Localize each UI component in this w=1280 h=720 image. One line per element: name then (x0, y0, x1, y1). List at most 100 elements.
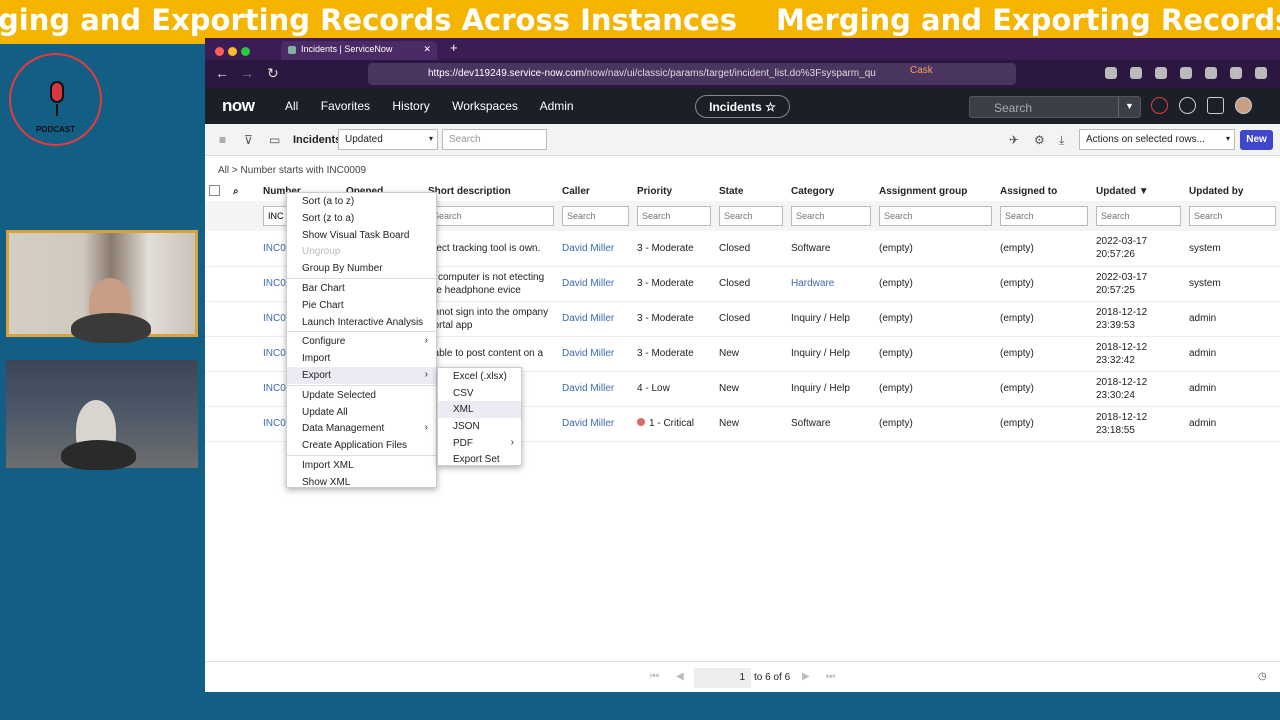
column-header[interactable]: Assignment group (875, 181, 996, 201)
column-header[interactable]: Assigned to (996, 181, 1092, 201)
filter-icon[interactable]: ⊽ (244, 133, 253, 147)
more-tools-icon[interactable] (1230, 67, 1242, 79)
close-window-icon[interactable] (215, 47, 224, 56)
menu-item-configure[interactable]: Configure › (287, 333, 436, 350)
menu-item-show-xml[interactable]: Show XML (287, 474, 436, 491)
column-header[interactable]: Category (787, 181, 875, 201)
column-search-input[interactable] (428, 206, 554, 226)
nav-admin[interactable]: Admin (540, 99, 574, 113)
hamburger-menu-icon[interactable]: ≡ (219, 133, 226, 147)
column-header[interactable]: Short description (424, 181, 558, 201)
menu-item-data-management[interactable]: Data Management › (287, 420, 436, 437)
export-xml[interactable]: XML (438, 401, 521, 419)
menu-item-pie-chart[interactable]: Pie Chart (287, 297, 436, 314)
incident-number-link[interactable]: INC0 (263, 278, 286, 289)
menu-item-bar-chart[interactable]: Bar Chart (287, 280, 436, 297)
search-scope-dropdown-icon[interactable]: ▼ (1118, 97, 1140, 117)
maximize-window-icon[interactable] (241, 47, 250, 56)
menu-item-update-selected[interactable]: Update Selected (287, 387, 436, 404)
last-page-icon[interactable]: ⏭ (826, 671, 835, 682)
servicenow-logo[interactable]: now (222, 96, 255, 116)
close-tab-icon[interactable]: ✕ (423, 44, 431, 55)
menu-item-update-all[interactable]: Update All (287, 404, 436, 421)
menu-item-sort-desc[interactable]: Sort (z to a) (287, 210, 436, 227)
nav-history[interactable]: History (392, 99, 429, 113)
scope-globe-icon[interactable] (1151, 97, 1168, 114)
select-all-checkbox[interactable] (209, 185, 220, 197)
menu-icon[interactable] (1255, 67, 1267, 79)
search-icon[interactable]: ⌕ (233, 186, 239, 197)
download-icon[interactable] (1155, 67, 1167, 79)
caller-link[interactable]: David Miller (562, 313, 614, 324)
caller-link[interactable]: David Miller (562, 383, 614, 394)
search-field-select[interactable]: Updated ▾ (338, 129, 438, 150)
incident-number-link[interactable]: INC0 (263, 383, 286, 394)
settings-gear-icon[interactable]: ⚙ (1034, 133, 1045, 147)
incident-number-link[interactable]: INC0 (263, 348, 286, 359)
menu-item-interactive-analysis[interactable]: Launch Interactive Analysis (287, 314, 436, 331)
global-search-input[interactable]: Search ▼ (969, 96, 1141, 118)
menu-item-create-app-files[interactable]: Create Application Files (287, 437, 436, 454)
next-page-icon[interactable]: ▶ (802, 671, 810, 682)
browser-tab[interactable]: Incidents | ServiceNow ✕ (281, 41, 437, 60)
caller-link[interactable]: David Miller (562, 348, 614, 359)
column-search-input[interactable] (1000, 206, 1088, 226)
export-excel[interactable]: Excel (.xlsx) (438, 368, 521, 385)
export-pdf[interactable]: PDF › (438, 435, 521, 452)
column-search-input[interactable] (791, 206, 871, 226)
forward-icon[interactable]: → (240, 65, 254, 81)
notifications-icon[interactable] (1207, 97, 1224, 114)
shield-extension-icon[interactable] (1130, 67, 1142, 79)
new-button[interactable]: New (1240, 130, 1273, 150)
extensions-icon[interactable] (1105, 67, 1117, 79)
export-json[interactable]: JSON (438, 418, 521, 435)
actions-select[interactable]: Actions on selected rows... ▾ (1079, 129, 1235, 150)
menu-item-import[interactable]: Import (287, 350, 436, 367)
column-header[interactable]: Caller (558, 181, 633, 201)
incident-number-link[interactable]: INC0 (263, 418, 286, 429)
column-header[interactable]: State (715, 181, 787, 201)
menu-item-visual-task-board[interactable]: Show Visual Task Board (287, 227, 436, 244)
back-icon[interactable]: ← (215, 65, 229, 81)
caller-link[interactable]: David Miller (562, 418, 614, 429)
export-set[interactable]: Export Set (438, 451, 521, 468)
pin-icon[interactable]: ✈ (1009, 133, 1019, 147)
nav-all[interactable]: All (285, 99, 298, 113)
caller-link[interactable]: David Miller (562, 278, 614, 289)
page-number-input[interactable]: 1 (694, 668, 751, 688)
column-search-input[interactable] (562, 206, 629, 226)
reload-icon[interactable]: ↻ (267, 65, 279, 82)
breadcrumb[interactable]: All > Number starts with INC0009 (218, 165, 366, 176)
column-search-input[interactable] (1189, 206, 1276, 226)
export-csv[interactable]: CSV (438, 385, 521, 402)
response-time-icon[interactable]: ◷ (1258, 671, 1267, 682)
context-pill-incidents[interactable]: Incidents ☆ (695, 95, 790, 118)
list-search-input[interactable]: Search (442, 129, 547, 150)
user-avatar[interactable] (1235, 97, 1252, 114)
column-header[interactable]: Updated ▼ (1092, 181, 1185, 201)
column-search-input[interactable] (719, 206, 783, 226)
cask-extension-label[interactable]: Cask (910, 65, 933, 76)
nav-workspaces[interactable]: Workspaces (452, 99, 518, 113)
incident-number-link[interactable]: INC0 (263, 243, 286, 254)
incident-number-link[interactable]: INC0 (263, 313, 286, 324)
column-header[interactable]: Priority (633, 181, 715, 201)
column-search-input[interactable] (1096, 206, 1181, 226)
prev-page-icon[interactable]: ◀ (676, 671, 684, 682)
list-options-icon[interactable]: ▭ (269, 133, 280, 147)
zoom-extension-icon[interactable] (1205, 67, 1217, 79)
menu-item-sort-asc[interactable]: Sort (a to z) (287, 193, 436, 210)
caller-link[interactable]: David Miller (562, 243, 614, 254)
column-header[interactable]: Updated by (1185, 181, 1280, 201)
first-page-icon[interactable]: ⏮ (650, 671, 659, 682)
help-icon[interactable] (1179, 97, 1196, 114)
profile-icon[interactable] (1180, 67, 1192, 79)
column-search-input[interactable] (637, 206, 711, 226)
column-search-input[interactable] (879, 206, 992, 226)
menu-item-import-xml[interactable]: Import XML (287, 457, 436, 474)
download-list-icon[interactable]: ⤓ (1059, 133, 1064, 148)
menu-item-export[interactable]: Export › (287, 366, 436, 384)
new-tab-icon[interactable]: + (450, 40, 458, 55)
nav-favorites[interactable]: Favorites (321, 99, 370, 113)
menu-item-group-by[interactable]: Group By Number (287, 260, 436, 277)
